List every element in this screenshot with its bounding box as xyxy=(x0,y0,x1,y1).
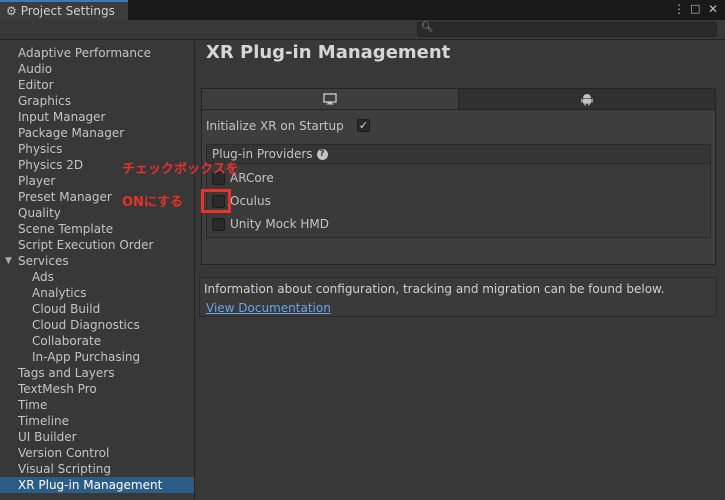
initialize-xr-label: Initialize XR on Startup xyxy=(206,119,344,133)
tab-label: Project Settings xyxy=(20,4,115,18)
sidebar-item-package-manager[interactable]: Package Manager xyxy=(0,125,194,141)
sidebar-item-adaptive-performance[interactable]: Adaptive Performance xyxy=(0,45,194,61)
unity-mock-hmd-label: Unity Mock HMD xyxy=(230,217,330,231)
annotation-line-2: ONにする xyxy=(122,195,184,210)
sidebar-item-label: UI Builder xyxy=(18,430,77,444)
sidebar-item-label: Input Manager xyxy=(18,110,106,124)
sidebar-item-label: Editor xyxy=(18,78,54,92)
tab-android[interactable] xyxy=(459,89,715,109)
tab-standalone[interactable] xyxy=(202,89,459,109)
sidebar-item-label: Version Control xyxy=(18,446,110,460)
sidebar-item-audio[interactable]: Audio xyxy=(0,61,194,77)
sidebar-item-label: Physics xyxy=(18,142,63,156)
sidebar-item-label: Quality xyxy=(18,206,61,220)
sidebar-item-visual-scripting[interactable]: Visual Scripting xyxy=(0,461,194,477)
providers-header: Plug-in Providers? xyxy=(207,145,710,164)
help-icon[interactable]: ? xyxy=(316,149,328,160)
sidebar-item-label: Preset Manager xyxy=(18,190,112,204)
sidebar-item-collaborate[interactable]: Collaborate xyxy=(0,333,194,349)
sidebar-item-tags-and-layers[interactable]: Tags and Layers xyxy=(0,365,194,381)
sidebar-item-label: Script Execution Order xyxy=(18,238,154,252)
page-title: XR Plug-in Management xyxy=(206,42,451,63)
android-icon xyxy=(581,93,593,105)
sidebar-item-physics[interactable]: Physics xyxy=(0,141,194,157)
sidebar-item-editor[interactable]: Editor xyxy=(0,77,194,93)
more-vertical-icon[interactable]: ⋮ xyxy=(673,2,685,16)
sidebar-item-script-execution-order[interactable]: Script Execution Order xyxy=(0,237,194,253)
sidebar-item-textmesh-pro[interactable]: TextMesh Pro xyxy=(0,381,194,397)
annotation-line-1: チェックボックスを xyxy=(122,162,239,177)
sidebar-item-label: Scene Template xyxy=(18,222,114,236)
sidebar-item-input-manager[interactable]: Input Manager xyxy=(0,109,194,125)
sidebar-item-timeline[interactable]: Timeline xyxy=(0,413,194,429)
oculus-label: Oculus xyxy=(230,194,271,208)
sidebar-item-label: Collaborate xyxy=(32,334,102,348)
sidebar-item-label: Visual Scripting xyxy=(18,462,111,476)
close-icon[interactable]: ✕ xyxy=(708,2,718,16)
toolbar: 🔍︎ xyxy=(0,20,725,40)
unity-mock-hmd-checkbox[interactable] xyxy=(212,218,225,231)
initialize-xr-checkbox[interactable]: ✓ xyxy=(357,119,370,132)
sidebar-item-time[interactable]: Time xyxy=(0,397,194,413)
annotation-highlight-box xyxy=(201,189,231,213)
desktop-monitor-icon xyxy=(323,93,337,105)
settings-sidebar: Adaptive Performance Audio Editor Graphics I… xyxy=(0,41,195,500)
sidebar-item-label: Package Manager xyxy=(18,126,125,140)
search-icon: 🔍︎ xyxy=(421,22,434,33)
sidebar-item-label: Physics 2D xyxy=(18,158,84,172)
sidebar-item-label: TextMesh Pro xyxy=(18,382,97,396)
sidebar-item-label: Time xyxy=(18,398,48,412)
gear-icon: ⚙ xyxy=(6,4,17,18)
sidebar-item-graphics[interactable]: Graphics xyxy=(0,93,194,109)
window-titlebar: ⚙ Project Settings ⋮ □ ✕ xyxy=(0,0,725,20)
view-documentation-link[interactable]: View Documentation xyxy=(206,301,331,315)
info-text: Information about configuration, trackin… xyxy=(204,282,665,296)
sidebar-item-services[interactable]: ▼ Services xyxy=(0,253,194,269)
sidebar-item-label: Timeline xyxy=(18,414,70,428)
sidebar-item-cloud-build[interactable]: Cloud Build xyxy=(0,301,194,317)
maximize-icon[interactable]: □ xyxy=(690,2,700,16)
sidebar-item-label: Player xyxy=(18,174,56,188)
sidebar-item-label: Graphics xyxy=(18,94,71,108)
search-input[interactable]: 🔍︎ xyxy=(417,22,717,37)
sidebar-item-label: Cloud Diagnostics xyxy=(32,318,140,332)
sidebar-item-label: In-App Purchasing xyxy=(32,350,141,364)
sidebar-item-label: Audio xyxy=(18,62,53,76)
sidebar-item-label: Adaptive Performance xyxy=(18,46,151,60)
sidebar-item-label: Tags and Layers xyxy=(18,366,115,380)
sidebar-item-version-control[interactable]: Version Control xyxy=(0,445,194,461)
sidebar-item-analytics[interactable]: Analytics xyxy=(0,285,194,301)
sidebar-item-ads[interactable]: Ads xyxy=(0,269,194,285)
sidebar-item-label: XR Plug-in Management xyxy=(18,478,163,492)
tab-project-settings[interactable]: ⚙ Project Settings xyxy=(0,0,128,20)
sidebar-item-label: Services xyxy=(18,254,69,268)
sidebar-item-ui-builder[interactable]: UI Builder xyxy=(0,429,194,445)
expand-arrow-icon[interactable]: ▼ xyxy=(5,253,12,269)
platform-tabs xyxy=(201,88,716,110)
info-box: Information about configuration, trackin… xyxy=(199,277,717,317)
sidebar-item-xr-plug-in-management[interactable]: XR Plug-in Management xyxy=(0,477,194,493)
sidebar-item-in-app-purchasing[interactable]: In-App Purchasing xyxy=(0,349,194,365)
sidebar-item-cloud-diagnostics[interactable]: Cloud Diagnostics xyxy=(0,317,194,333)
sidebar-item-scene-template[interactable]: Scene Template xyxy=(0,221,194,237)
sidebar-item-label: Ads xyxy=(32,270,54,284)
sidebar-item-label: Analytics xyxy=(32,286,87,300)
sidebar-item-label: Cloud Build xyxy=(32,302,101,316)
